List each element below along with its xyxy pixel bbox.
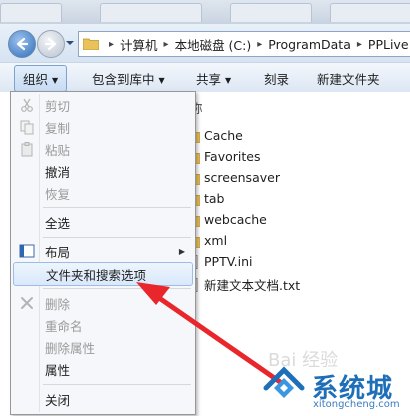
menu-item-label: 布局 [45, 244, 71, 260]
list-item[interactable]: webcache [184, 212, 267, 227]
menu-item-undo[interactable]: 撤消 [13, 160, 193, 182]
burn-label: 刻录 [264, 72, 290, 87]
command-bar: 组织 ▼ 包含到库中 ▼ 共享 ▼ 刻录 新建文件夹 [0, 62, 410, 94]
menu-item-delete[interactable]: 删除 [13, 292, 193, 314]
menu-item-label: 重命名 [45, 318, 83, 334]
arrow-right-icon [44, 37, 57, 51]
folder-icon [83, 38, 99, 50]
include-library-label: 包含到库中 [92, 72, 155, 87]
chevron-down-icon: ▼ [158, 76, 165, 85]
list-item[interactable]: 新建文本文档.txt [184, 275, 300, 294]
menu-item-label: 关闭 [45, 392, 71, 408]
menu-item-remove-properties[interactable]: 删除属性 [13, 336, 193, 358]
tab-ghost[interactable] [230, 3, 312, 22]
menu-item-redo[interactable]: 恢复 [13, 182, 193, 204]
chevron-down-icon: ▼ [225, 76, 232, 85]
menu-separator [43, 288, 191, 289]
menu-item-label: 粘贴 [45, 142, 71, 158]
menu-item-label: 复制 [45, 120, 71, 136]
breadcrumb-computer[interactable]: 计算机 [120, 35, 158, 54]
tab-ghost[interactable] [0, 3, 62, 22]
menu-item-close[interactable]: 关闭 [13, 388, 193, 410]
breadcrumb-separator: ▸ [109, 38, 115, 50]
menu-item-cut[interactable]: 剪切 [13, 94, 193, 116]
include-in-library-button[interactable]: 包含到库中 ▼ [92, 69, 165, 88]
menu-item-copy[interactable]: 复制 [13, 116, 193, 138]
layout-icon [19, 244, 35, 258]
delete-x-icon [21, 297, 33, 309]
file-name: PPTV.ini [204, 254, 253, 269]
menu-item-rename[interactable]: 重命名 [13, 314, 193, 336]
breadcrumb-local-disk[interactable]: 本地磁盘 (C:) [175, 35, 252, 54]
menu-item-label: 文件夹和搜索选项 [46, 267, 147, 283]
breadcrumb-programdata[interactable]: ProgramData [268, 37, 351, 52]
file-name: tab [204, 191, 225, 206]
menu-separator [43, 384, 191, 385]
file-name: xml [204, 233, 228, 248]
menu-item-label: 全选 [45, 215, 71, 231]
new-folder-button[interactable]: 新建文件夹 [317, 69, 380, 88]
menu-item-label: 撤消 [45, 164, 71, 180]
navigation-bar: ▸ 计算机 ▸ 本地磁盘 (C:) ▸ ProgramData ▸ PPLive [0, 24, 410, 62]
arrow-left-icon [16, 37, 29, 51]
file-name: Cache [204, 128, 243, 143]
clipboard-icon [21, 142, 33, 157]
organize-label: 组织 [23, 72, 49, 87]
menu-item-paste[interactable]: 粘贴 [13, 138, 193, 160]
chevron-down-icon: ▼ [52, 76, 59, 85]
browser-tab-strip [0, 0, 410, 25]
back-button[interactable] [8, 30, 36, 58]
menu-item-label: 剪切 [45, 98, 71, 114]
tab-ghost[interactable] [100, 3, 202, 22]
menu-item-label: 删除属性 [45, 340, 96, 356]
file-name: 新建文本文档.txt [204, 278, 301, 293]
chevron-down-icon[interactable] [66, 38, 74, 48]
menu-item-label: 删除 [45, 296, 71, 312]
burn-button[interactable]: 刻录 [264, 69, 289, 88]
menu-separator [43, 207, 191, 208]
copy-icon [20, 120, 34, 135]
breadcrumb-separator: ▸ [356, 38, 362, 50]
menu-separator [43, 237, 191, 238]
tab-ghost[interactable] [330, 3, 410, 22]
share-button[interactable]: 共享 ▼ [196, 69, 231, 88]
organize-dropdown-menu: 剪切 复制 粘贴 撤消 恢复 全选 布局 ▶ 文件夹和搜索选项 删除 重命名 删… [10, 91, 196, 415]
submenu-arrow-icon: ▶ [178, 246, 185, 256]
menu-item-folder-search-options[interactable]: 文件夹和搜索选项 [13, 262, 193, 286]
menu-item-label: 恢复 [45, 186, 71, 202]
address-bar[interactable]: ▸ 计算机 ▸ 本地磁盘 (C:) ▸ ProgramData ▸ PPLive [78, 31, 410, 57]
organize-button[interactable]: 组织 ▼ [14, 65, 68, 92]
file-name: Favorites [204, 149, 261, 164]
breadcrumb-separator: ▸ [163, 38, 169, 50]
breadcrumb-pplive[interactable]: PPLive [368, 37, 409, 52]
menu-item-properties[interactable]: 属性 [13, 358, 193, 380]
forward-button[interactable] [37, 30, 65, 58]
file-name: webcache [204, 212, 267, 227]
menu-item-label: 属性 [45, 362, 71, 378]
menu-item-select-all[interactable]: 全选 [13, 211, 193, 233]
breadcrumb-separator: ▸ [257, 38, 263, 50]
share-label: 共享 [196, 72, 222, 87]
scissors-icon [21, 98, 33, 112]
file-name: screensaver [204, 170, 280, 185]
list-item[interactable]: screensaver [184, 170, 280, 185]
brand-url: xitongcheng.com [313, 399, 400, 410]
menu-item-layout[interactable]: 布局 ▶ [13, 240, 193, 262]
new-folder-label: 新建文件夹 [317, 72, 380, 87]
brand-logo-icon [263, 366, 305, 398]
